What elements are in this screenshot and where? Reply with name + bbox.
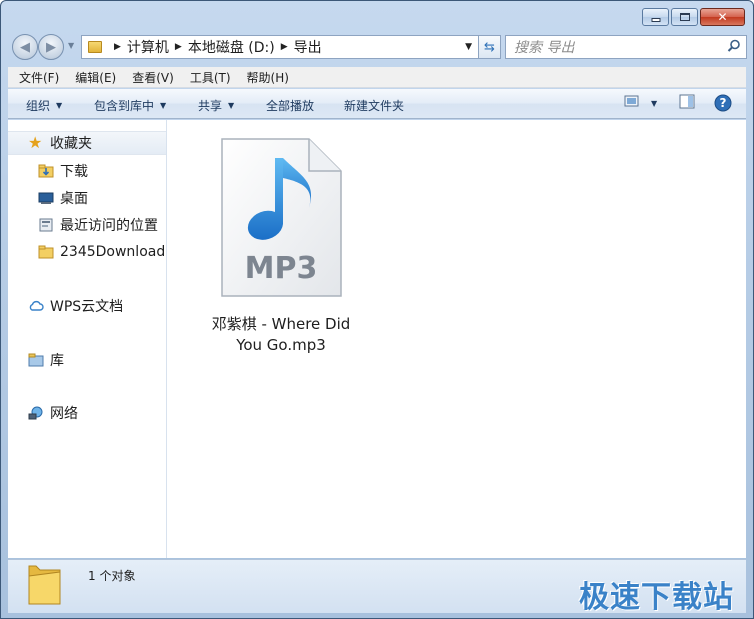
share-label: 共享	[198, 99, 223, 113]
menu-tools[interactable]: 工具(T)	[190, 69, 231, 86]
menu-edit[interactable]: 编辑(E)	[75, 69, 116, 86]
nav-wps-label: WPS云文档	[50, 299, 124, 315]
file-name-line-1: 邓紫棋 - Where Did	[211, 315, 351, 333]
include-in-library-label: 包含到库中	[94, 99, 155, 113]
new-folder-button[interactable]: 新建文件夹	[344, 97, 404, 114]
menu-file[interactable]: 文件(F)	[19, 69, 59, 86]
share-button[interactable]: 共享 ▼	[198, 97, 234, 114]
forward-arrow-icon: ▶	[46, 39, 56, 55]
nav-network-label: 网络	[50, 406, 78, 422]
view-dropdown-icon[interactable]: ▼	[651, 99, 657, 108]
nav-item-recent-places[interactable]: 最近访问的位置	[8, 214, 166, 236]
nav-item-label: 最近访问的位置	[60, 218, 158, 234]
menu-view[interactable]: 查看(V)	[132, 69, 174, 86]
change-view-button[interactable]	[624, 94, 640, 108]
nav-network[interactable]: 网络	[8, 402, 166, 424]
svg-text:?: ?	[720, 96, 727, 110]
explorer-window: ✕ ◀ ▶ ▼ ▶ 计算机 ▶ 本地磁盘 (D:) ▶ 导出 ▼ ⇆ 搜索 导出…	[0, 0, 754, 619]
view-icon	[624, 95, 639, 107]
nav-favorites-label: 收藏夹	[50, 136, 92, 152]
nav-libraries-label: 库	[50, 353, 64, 369]
organize-button[interactable]: 组织 ▼	[26, 97, 62, 114]
minimize-icon	[651, 18, 660, 22]
breadcrumb-separator-icon[interactable]: ▶	[175, 42, 182, 52]
search-icon[interactable]	[727, 39, 741, 53]
watermark-logo: 极速下载站	[579, 580, 734, 615]
menu-bar: 文件(F) 编辑(E) 查看(V) 工具(T) 帮助(H)	[8, 67, 746, 88]
nav-item-label: 2345Downloads	[60, 244, 167, 260]
menu-help[interactable]: 帮助(H)	[247, 69, 289, 86]
navigation-pane: ★ 收藏夹 下载 桌面 最近访问的位置 2345Downloads WPS云文档…	[8, 120, 167, 558]
file-list[interactable]: MP3 邓紫棋 - Where Did You Go.mp3	[168, 120, 746, 558]
mp3-file-icon: MP3	[221, 138, 342, 297]
nav-item-label: 下载	[60, 164, 88, 180]
help-button[interactable]: ?	[714, 94, 732, 112]
folder-icon	[28, 565, 61, 605]
maximize-button[interactable]	[671, 8, 698, 26]
command-bar: 组织 ▼ 包含到库中 ▼ 共享 ▼ 全部播放 新建文件夹 ▼ ?	[8, 89, 746, 119]
breadcrumb-separator-icon[interactable]: ▶	[281, 42, 288, 52]
help-icon: ?	[714, 94, 732, 112]
recent-places-icon	[39, 218, 53, 232]
search-input[interactable]: 搜索 导出	[514, 37, 574, 57]
nav-favorites[interactable]: ★ 收藏夹	[8, 131, 166, 155]
include-in-library-button[interactable]: 包含到库中 ▼	[94, 97, 166, 114]
file-item[interactable]: MP3 邓紫棋 - Where Did You Go.mp3	[196, 136, 366, 356]
library-icon	[28, 353, 44, 367]
content-area: ★ 收藏夹 下载 桌面 最近访问的位置 2345Downloads WPS云文档…	[8, 120, 746, 558]
nav-item-desktop[interactable]: 桌面	[8, 187, 166, 209]
chevron-down-icon: ▼	[228, 101, 235, 110]
close-button[interactable]: ✕	[700, 8, 745, 26]
refresh-button[interactable]: ⇆	[479, 35, 501, 59]
nav-item-downloads[interactable]: 下载	[8, 160, 166, 182]
preview-pane-button[interactable]	[679, 94, 695, 109]
navigation-row: ◀ ▶ ▼ ▶ 计算机 ▶ 本地磁盘 (D:) ▶ 导出 ▼ ⇆ 搜索 导出	[9, 33, 747, 61]
new-folder-label: 新建文件夹	[344, 99, 405, 113]
forward-button[interactable]: ▶	[38, 34, 64, 60]
search-box[interactable]: 搜索 导出	[505, 35, 747, 59]
caption-buttons: ✕	[642, 8, 745, 26]
nav-item-2345downloads[interactable]: 2345Downloads	[8, 241, 167, 263]
nav-wps-cloud[interactable]: WPS云文档	[8, 295, 166, 317]
breadcrumb-separator-icon[interactable]: ▶	[114, 42, 121, 52]
chevron-down-icon: ▼	[160, 101, 167, 110]
folder-icon	[38, 245, 54, 259]
file-name[interactable]: 邓紫棋 - Where Did You Go.mp3	[196, 314, 366, 356]
minimize-button[interactable]	[642, 8, 669, 26]
item-count: 1 个对象	[88, 569, 136, 583]
close-icon: ✕	[717, 10, 728, 24]
desktop-icon	[38, 192, 54, 204]
address-dropdown-icon[interactable]: ▼	[465, 42, 472, 52]
breadcrumb-computer[interactable]: 计算机	[127, 37, 169, 57]
play-all-button[interactable]: 全部播放	[266, 97, 314, 114]
network-icon	[28, 406, 43, 420]
cloud-icon	[29, 300, 44, 311]
back-arrow-icon: ◀	[20, 39, 30, 55]
play-all-label: 全部播放	[266, 99, 315, 113]
mp3-icon-label: MP3	[245, 251, 318, 286]
breadcrumb-export[interactable]: 导出	[294, 37, 322, 57]
breadcrumb-drive-d[interactable]: 本地磁盘 (D:)	[188, 37, 275, 57]
downloads-folder-icon	[38, 164, 54, 178]
nav-item-label: 桌面	[60, 191, 88, 207]
folder-icon	[88, 41, 102, 53]
refresh-icon: ⇆	[484, 39, 495, 55]
chevron-down-icon: ▼	[56, 101, 63, 110]
address-bar[interactable]: ▶ 计算机 ▶ 本地磁盘 (D:) ▶ 导出 ▼	[81, 35, 479, 59]
recent-pages-dropdown[interactable]: ▼	[68, 41, 74, 50]
back-button[interactable]: ◀	[12, 34, 38, 60]
star-icon: ★	[28, 133, 43, 152]
maximize-icon	[679, 13, 690, 21]
organize-label: 组织	[26, 99, 51, 113]
file-name-line-2: You Go.mp3	[236, 336, 326, 354]
nav-libraries[interactable]: 库	[8, 349, 166, 371]
details-pane: 1 个对象 极速下载站	[8, 559, 746, 615]
preview-pane-icon	[679, 94, 695, 109]
